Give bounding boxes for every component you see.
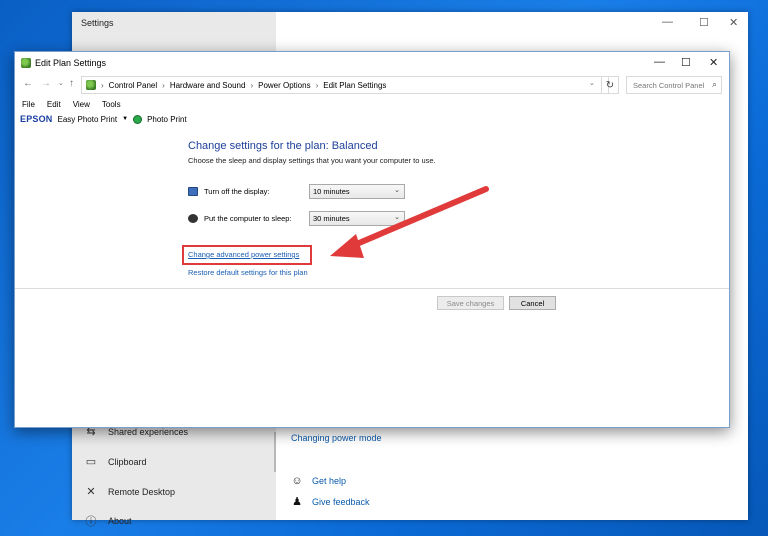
search-icon: ⌕	[711, 79, 717, 89]
edit-window-title: Edit Plan Settings	[35, 58, 107, 68]
settings-nav-label: Clipboard	[108, 456, 147, 467]
photo-print-icon	[133, 114, 143, 124]
display-icon	[188, 187, 198, 196]
plan-heading: Change settings for the plan: Balanced	[188, 140, 378, 152]
settings-close-button[interactable]: ✕	[729, 16, 738, 29]
info-icon: ⓘ	[85, 516, 97, 528]
settings-minimize-button[interactable]: —	[662, 16, 673, 28]
epson-toolbar: EPSON Easy Photo Print ▼ Photo Print	[20, 114, 187, 124]
sleep-timeout-row: Put the computer to sleep: 30 minutes ⌄	[188, 211, 405, 226]
breadcrumb-hardware-and-sound[interactable]: Hardware and Sound	[170, 81, 246, 90]
settings-scroll-divider	[274, 432, 276, 472]
breadcrumb-separator-icon: ›	[101, 80, 104, 90]
photo-print-button[interactable]: Photo Print	[147, 115, 187, 124]
epson-logo: EPSON	[20, 114, 53, 124]
forward-arrow-icon[interactable]: →	[41, 78, 51, 89]
menu-bar: File Edit View Tools	[22, 100, 121, 109]
get-help-link[interactable]: ☺ Get help	[291, 475, 346, 487]
back-arrow-icon[interactable]: ←	[23, 78, 33, 89]
menu-file[interactable]: File	[22, 100, 35, 109]
edit-plan-settings-window: Edit Plan Settings — ☐ ✕ ← → ⌄ ↑ › Contr…	[14, 51, 730, 428]
settings-nav-label: Remote Desktop	[108, 486, 176, 497]
clipboard-icon: ▭	[85, 456, 97, 468]
chevron-down-icon: ⌄	[394, 214, 400, 221]
give-feedback-link[interactable]: ♟ Give feedback	[291, 495, 370, 508]
menu-tools[interactable]: Tools	[102, 100, 121, 109]
refresh-button[interactable]: ↻	[601, 76, 619, 94]
sleep-timeout-value: 30 minutes	[313, 214, 350, 223]
control-panel-icon	[86, 80, 96, 90]
address-dropdown-chevron-icon[interactable]: ⌄	[589, 79, 595, 87]
edit-minimize-button[interactable]: —	[654, 56, 665, 68]
edit-window-titlebar[interactable]: Edit Plan Settings — ☐ ✕	[15, 52, 729, 74]
power-options-icon	[21, 58, 31, 68]
plan-subheading: Choose the sleep and display settings th…	[188, 156, 436, 165]
remote-desktop-icon: ✕	[86, 486, 96, 498]
breadcrumb-power-options[interactable]: Power Options	[258, 81, 310, 90]
search-control-panel-input[interactable]: Search Control Panel ⌕	[626, 76, 722, 94]
up-arrow-icon[interactable]: ↑	[69, 78, 74, 89]
refresh-icon: ↻	[605, 79, 615, 91]
button-area-divider	[15, 288, 729, 289]
search-placeholder: Search Control Panel	[633, 80, 705, 90]
address-toolbar: ← → ⌄ ↑ › Control Panel › Hardware and S…	[15, 75, 729, 95]
display-timeout-label: Turn off the display:	[204, 187, 270, 196]
settings-nav-remote-desktop[interactable]: ✕ Remote Desktop	[84, 485, 175, 498]
sleep-icon	[188, 214, 198, 223]
menu-view[interactable]: View	[73, 100, 90, 109]
settings-nav-about[interactable]: ⓘ About	[84, 513, 132, 529]
edit-close-button[interactable]: ✕	[709, 56, 718, 69]
sleep-timeout-select[interactable]: 30 minutes ⌄	[309, 211, 405, 226]
settings-maximize-button[interactable]: ☐	[699, 16, 709, 29]
cancel-button[interactable]: Cancel	[509, 296, 556, 310]
breadcrumb-control-panel[interactable]: Control Panel	[109, 81, 157, 90]
menu-edit[interactable]: Edit	[47, 100, 61, 109]
restore-default-settings-link[interactable]: Restore default settings for this plan	[188, 268, 308, 277]
give-feedback-label: Give feedback	[312, 496, 370, 507]
edit-maximize-button[interactable]: ☐	[681, 56, 691, 69]
address-bar[interactable]: › Control Panel › Hardware and Sound › P…	[81, 76, 609, 94]
breadcrumb-separator-icon: ›	[162, 80, 165, 90]
save-changes-button[interactable]: Save changes	[437, 296, 504, 310]
sleep-timeout-label: Put the computer to sleep:	[204, 214, 292, 223]
display-timeout-select[interactable]: 10 minutes ⌄	[309, 184, 405, 199]
feedback-icon: ♟	[292, 496, 302, 508]
easy-photo-print-dropdown-icon[interactable]: ▼	[122, 116, 128, 122]
change-advanced-power-settings-link[interactable]: Change advanced power settings	[188, 250, 299, 259]
get-help-label: Get help	[312, 476, 347, 486]
changing-power-mode-link[interactable]: Changing power mode	[291, 433, 382, 443]
settings-window-title: Settings	[81, 18, 114, 28]
easy-photo-print-button[interactable]: Easy Photo Print	[58, 115, 118, 124]
settings-nav-clipboard[interactable]: ▭ Clipboard	[84, 455, 147, 468]
display-timeout-row: Turn off the display: 10 minutes ⌄	[188, 184, 405, 199]
settings-nav-label: About	[108, 516, 132, 526]
settings-nav-label: Shared experiences	[108, 426, 189, 437]
breadcrumb-separator-icon: ›	[250, 80, 254, 90]
display-timeout-value: 10 minutes	[313, 187, 350, 196]
help-chat-icon: ☺	[291, 475, 303, 487]
recent-locations-chevron-icon[interactable]: ⌄	[58, 79, 64, 87]
breadcrumb-edit-plan-settings[interactable]: Edit Plan Settings	[323, 81, 386, 90]
breadcrumb-separator-icon: ›	[315, 80, 319, 90]
chevron-down-icon: ⌄	[394, 187, 400, 194]
